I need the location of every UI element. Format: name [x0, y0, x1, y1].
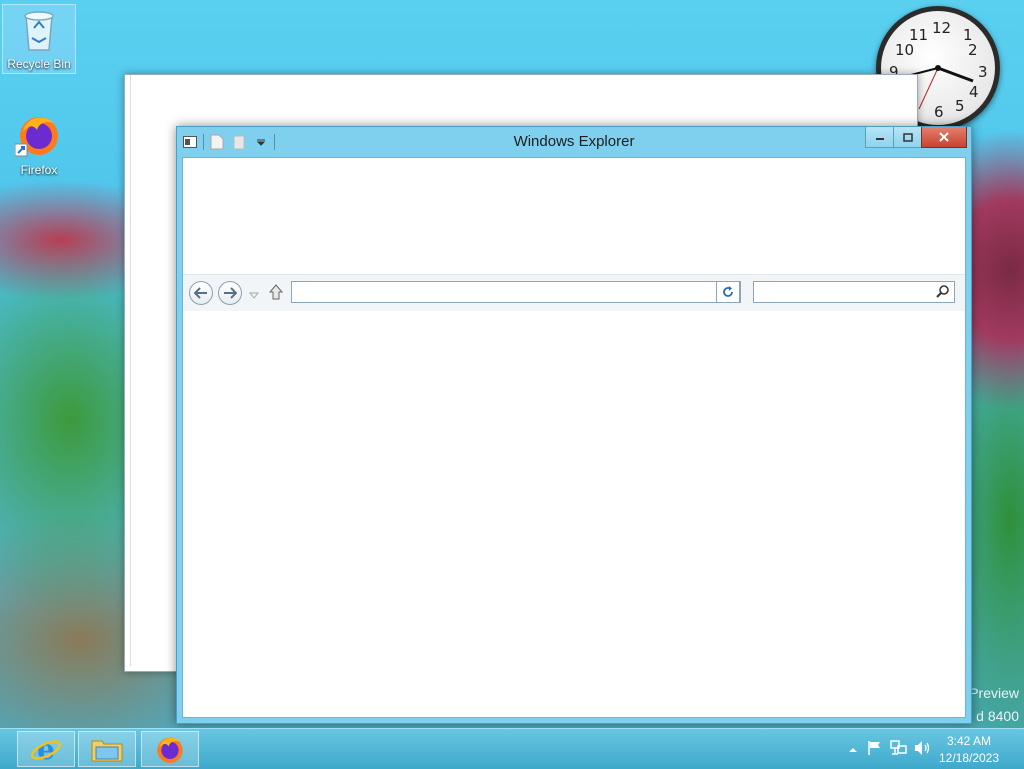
explorer-window[interactable]: Windows Explorer: [176, 126, 972, 724]
address-input[interactable]: [292, 282, 740, 302]
window-title: Windows Explorer: [513, 133, 635, 150]
forward-button[interactable]: [218, 281, 242, 305]
arrow-up-icon: [268, 284, 284, 300]
watermark-line-1: Preview: [969, 685, 1019, 701]
chevron-down-icon: [248, 292, 260, 299]
up-button[interactable]: [268, 284, 284, 305]
minimize-button[interactable]: [865, 127, 894, 148]
volume-icon[interactable]: [914, 740, 932, 761]
show-hidden-icons-button[interactable]: [849, 741, 857, 759]
title-bar[interactable]: Windows Explorer: [177, 127, 971, 157]
arrow-left-icon: [194, 287, 207, 299]
arrow-right-icon: [224, 287, 237, 299]
clock-time: 3:42 AM: [946, 734, 992, 748]
search-icon[interactable]: [936, 284, 950, 303]
back-button[interactable]: [189, 281, 213, 305]
clock-date: 12/18/2023: [938, 751, 1000, 765]
search-input[interactable]: [754, 282, 954, 302]
ribbon-area: [183, 158, 965, 274]
file-list-area[interactable]: [183, 311, 965, 717]
refresh-icon: [723, 286, 733, 297]
desktop-icon-firefox[interactable]: Firefox: [3, 110, 75, 180]
taskbar-internet-explorer[interactable]: e: [17, 731, 75, 767]
watermark-line-2: d 8400: [976, 708, 1019, 724]
svg-text:e: e: [37, 733, 55, 765]
action-center-icon[interactable]: [867, 740, 883, 761]
firefox-icon: [157, 737, 183, 763]
recent-locations-button[interactable]: [248, 287, 260, 305]
refresh-button[interactable]: [716, 281, 740, 303]
system-clock[interactable]: 3:42 AM 12/18/2023: [934, 733, 1004, 767]
maximize-button[interactable]: [893, 127, 922, 148]
folder-icon: [91, 740, 123, 762]
search-box[interactable]: [753, 281, 955, 303]
minimize-icon: [875, 138, 884, 140]
explorer-content: [182, 157, 966, 718]
address-bar[interactable]: [291, 281, 741, 303]
taskbar-firefox[interactable]: [141, 731, 199, 767]
navigation-bar: [183, 274, 965, 312]
firefox-icon: [14, 117, 58, 157]
taskbar: e 3:42 AM 12/18/2023: [0, 728, 1024, 769]
firefox-label: Firefox: [20, 163, 58, 177]
close-icon: [939, 132, 949, 142]
notification-area: 3:42 AM 12/18/2023: [824, 729, 1024, 769]
recycle-bin-label: Recycle Bin: [7, 57, 71, 71]
chevron-up-icon: [849, 748, 857, 752]
taskbar-file-explorer[interactable]: [78, 731, 136, 767]
network-icon[interactable]: [890, 740, 908, 761]
caption-buttons: [865, 127, 967, 148]
internet-explorer-icon: e: [30, 733, 62, 765]
recycle-bin-icon: [24, 11, 54, 51]
desktop-icon-recycle-bin[interactable]: Recycle Bin: [2, 4, 76, 74]
close-button[interactable]: [921, 127, 967, 148]
maximize-icon: [902, 132, 913, 142]
